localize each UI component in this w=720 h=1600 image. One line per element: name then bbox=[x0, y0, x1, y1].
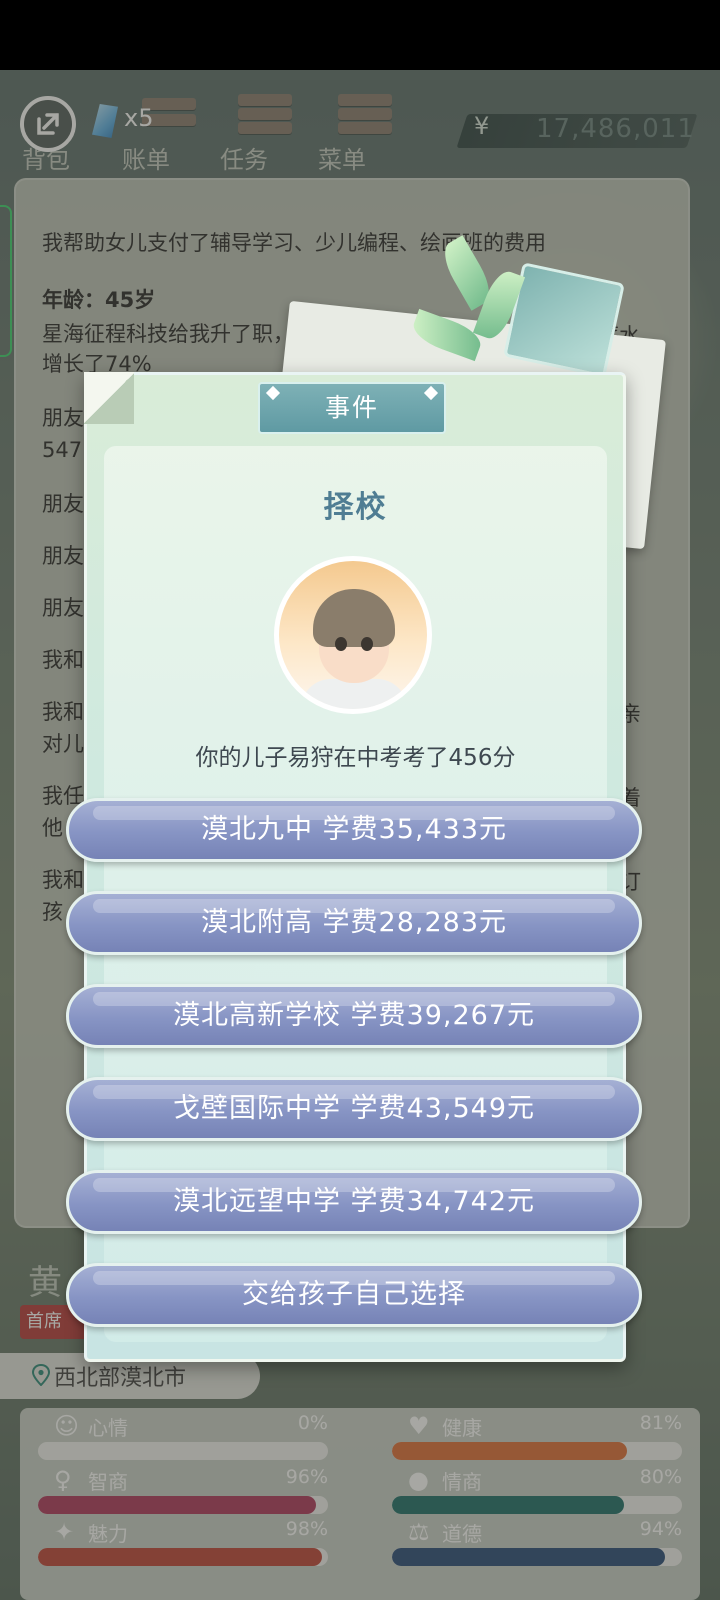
page-fold-decoration bbox=[84, 372, 134, 424]
event-banner: 事件 bbox=[258, 382, 446, 434]
choice-button[interactable]: 漠北附高 学费28,283元 bbox=[66, 891, 642, 955]
choice-button[interactable]: 戈壁国际中学 学费43,549元 bbox=[66, 1077, 642, 1141]
status-bar bbox=[0, 0, 720, 70]
avatar-eye bbox=[335, 637, 347, 651]
avatar-shirt bbox=[301, 679, 407, 709]
avatar-hair bbox=[313, 589, 395, 647]
choice-button[interactable]: 漠北九中 学费35,433元 bbox=[66, 798, 642, 862]
event-title: 择校 bbox=[323, 490, 388, 525]
event-description: 你的儿子易狩在中考考了456分 bbox=[195, 745, 516, 771]
choice-button[interactable]: 漠北高新学校 学费39,267元 bbox=[66, 984, 642, 1048]
avatar-eye bbox=[361, 637, 373, 651]
diamond-ornament-icon bbox=[265, 385, 281, 401]
son-avatar bbox=[274, 556, 432, 714]
choice-button[interactable]: 漠北远望中学 学费34,742元 bbox=[66, 1170, 642, 1234]
diamond-ornament-icon bbox=[423, 385, 439, 401]
event-banner-label: 事件 bbox=[324, 393, 379, 422]
let-child-choose-button[interactable]: 交给孩子自己选择 bbox=[66, 1263, 642, 1327]
